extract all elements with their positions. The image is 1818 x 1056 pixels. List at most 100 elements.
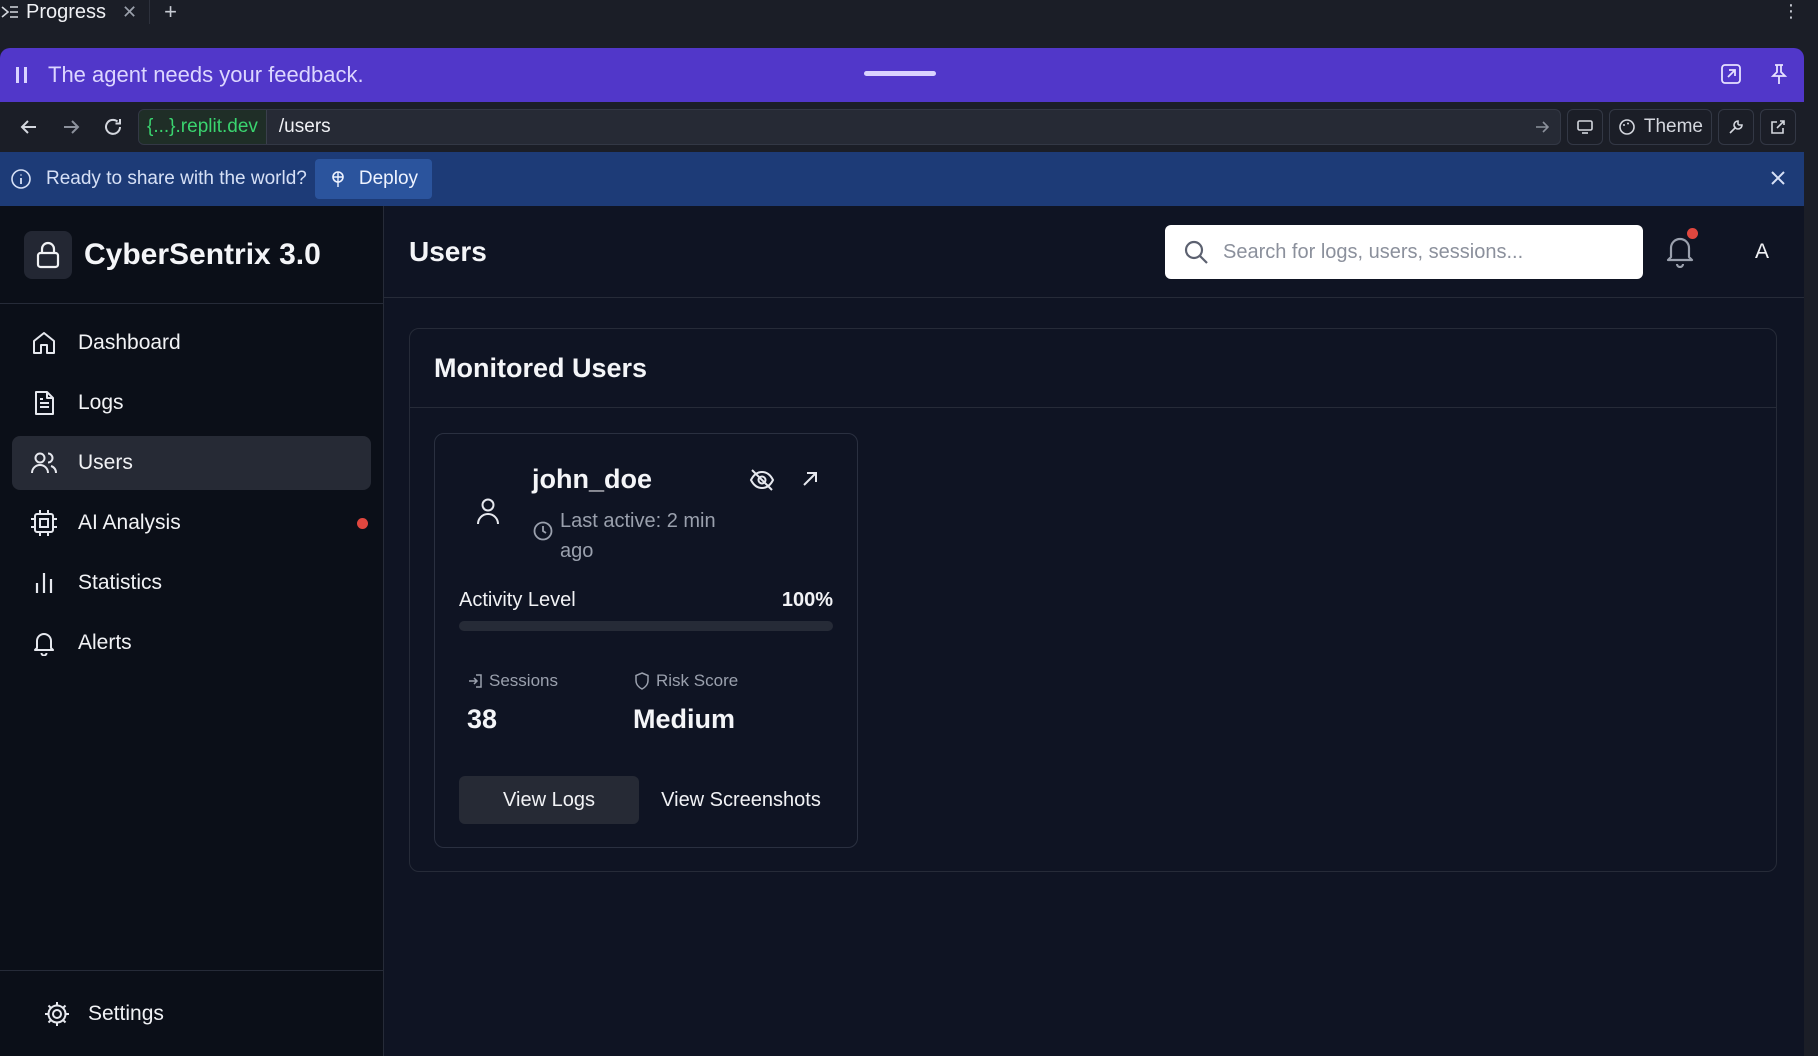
address-bar[interactable]: {...}.replit.dev /users (138, 109, 1561, 145)
sidebar-item-users[interactable]: Users (12, 436, 371, 490)
sidebar-item-label: Users (78, 451, 133, 474)
arrow-left-icon (20, 120, 36, 134)
cpu-icon (30, 509, 58, 537)
risk-score-value: Medium (633, 704, 736, 734)
app-root: CyberSentrix 3.0 Dashboard Logs Users AI… (0, 206, 1804, 1056)
theme-label: Theme (1643, 116, 1703, 137)
arrow-right-icon (64, 120, 80, 134)
lock-icon (24, 230, 72, 279)
sidebar-item-dashboard[interactable]: Dashboard (12, 316, 371, 370)
tab-close-icon[interactable]: ✕ (122, 2, 137, 23)
activity-level-value: 100% (781, 589, 833, 611)
browser-bar: {...}.replit.dev /users Theme (0, 102, 1804, 152)
deploy-prompt-text: Ready to share with the world? (46, 168, 307, 189)
monitor-icon (1577, 120, 1593, 134)
user-card: john_doe Last active: 2 min ago Activity… (434, 433, 858, 848)
view-screenshots-button[interactable]: View Screenshots (651, 776, 831, 824)
gear-icon (45, 1001, 69, 1026)
devtools-button[interactable] (1718, 109, 1754, 145)
tab-strip: Progress ✕ + ⋮ (0, 0, 1818, 24)
sidebar-item-label: AI Analysis (78, 511, 181, 534)
monitored-users-panel: Monitored Users john_doe Last active: 2 … (409, 328, 1777, 872)
device-preview-button[interactable] (1566, 109, 1603, 145)
login-icon (469, 674, 482, 688)
collapse-icon[interactable] (1720, 63, 1742, 85)
arrow-up-right-icon[interactable] (801, 470, 819, 488)
avatar[interactable]: A (1742, 232, 1782, 272)
close-icon[interactable] (1768, 168, 1788, 188)
deploy-label: Deploy (358, 168, 419, 189)
panel-title: Monitored Users (434, 352, 648, 383)
refresh-icon (105, 118, 121, 135)
home-icon (30, 329, 58, 357)
forward-button[interactable] (50, 109, 92, 145)
preview-frame: The agent needs your feedback. {...}.rep… (0, 48, 1804, 1056)
brand[interactable]: CyberSentrix 3.0 (0, 206, 383, 304)
pause-icon[interactable] (16, 67, 28, 83)
feedback-text: The agent needs your feedback. (48, 62, 364, 87)
last-active-text: Last active: 2 min ago (560, 510, 716, 562)
sidebar-item-statistics[interactable]: Statistics (12, 556, 371, 610)
view-logs-button[interactable]: View Logs (459, 776, 639, 824)
palette-icon (1619, 119, 1635, 135)
bell-icon (1666, 237, 1694, 268)
clock-icon (533, 521, 553, 541)
sessions-stat: Sessions (467, 671, 558, 691)
go-arrow-icon[interactable] (1534, 119, 1550, 135)
activity-level-label: Activity Level (459, 589, 576, 611)
eye-off-icon[interactable] (749, 468, 775, 492)
tab-progress[interactable]: Progress ✕ (0, 0, 151, 24)
more-options-icon[interactable]: ⋮ (1782, 1, 1800, 22)
reload-button[interactable] (92, 109, 134, 145)
header: Users Search for logs, users, sessions..… (384, 206, 1804, 298)
search-input[interactable]: Search for logs, users, sessions... (1165, 225, 1643, 279)
sidebar-nav: Dashboard Logs Users AI Analysis Statist… (0, 304, 383, 670)
new-tab-button[interactable]: + (164, 1, 177, 23)
page-title: Users (409, 236, 487, 267)
url-domain: {...}.replit.dev (139, 110, 267, 144)
sidebar-item-label: Statistics (78, 571, 163, 594)
sidebar-item-settings[interactable]: Settings (0, 970, 383, 1056)
sidebar-item-ai-analysis[interactable]: AI Analysis (12, 496, 371, 550)
shield-icon (635, 672, 649, 690)
risk-score-stat: Risk Score (634, 671, 738, 691)
bar-chart-icon (30, 569, 58, 597)
notification-badge (357, 518, 368, 529)
sessions-value: 38 (467, 704, 498, 734)
back-button[interactable] (8, 109, 50, 145)
users-icon (30, 449, 58, 477)
deploy-button[interactable]: Deploy (314, 159, 433, 199)
username: john_doe (532, 464, 652, 494)
search-icon (1184, 240, 1208, 264)
progress-icon (1, 6, 18, 18)
sidebar-item-label: Logs (78, 391, 124, 414)
document-icon (30, 389, 58, 417)
external-link-icon (1771, 120, 1785, 134)
sidebar-item-logs[interactable]: Logs (12, 376, 371, 430)
panel-header: Monitored Users (410, 329, 1776, 408)
risk-score-label: Risk Score (656, 671, 739, 690)
url-path: /users (278, 116, 331, 137)
wrench-icon (1729, 120, 1743, 134)
theme-button[interactable]: Theme (1608, 109, 1712, 145)
tab-title: Progress (26, 0, 107, 23)
deploy-banner: Ready to share with the world? Deploy (0, 152, 1804, 206)
user-icon (477, 498, 499, 525)
settings-label: Settings (88, 1001, 164, 1025)
notifications-button[interactable] (1664, 228, 1698, 268)
activity-progress-bar (459, 621, 833, 631)
info-icon (11, 169, 31, 189)
drag-handle[interactable] (864, 71, 936, 76)
search-placeholder: Search for logs, users, sessions... (1223, 240, 1524, 263)
feedback-banner: The agent needs your feedback. (0, 48, 1804, 102)
pin-icon[interactable] (1768, 63, 1790, 85)
main-content: Users Search for logs, users, sessions..… (384, 206, 1804, 1056)
sidebar-item-alerts[interactable]: Alerts (12, 616, 371, 670)
sidebar: CyberSentrix 3.0 Dashboard Logs Users AI… (0, 206, 384, 1056)
notification-dot (1687, 228, 1698, 239)
activity-progress-fill (459, 621, 833, 631)
open-new-tab-button[interactable] (1760, 109, 1796, 145)
brand-name: CyberSentrix 3.0 (84, 237, 321, 271)
sidebar-item-label: Alerts (78, 631, 132, 654)
sidebar-item-label: Dashboard (78, 331, 181, 354)
